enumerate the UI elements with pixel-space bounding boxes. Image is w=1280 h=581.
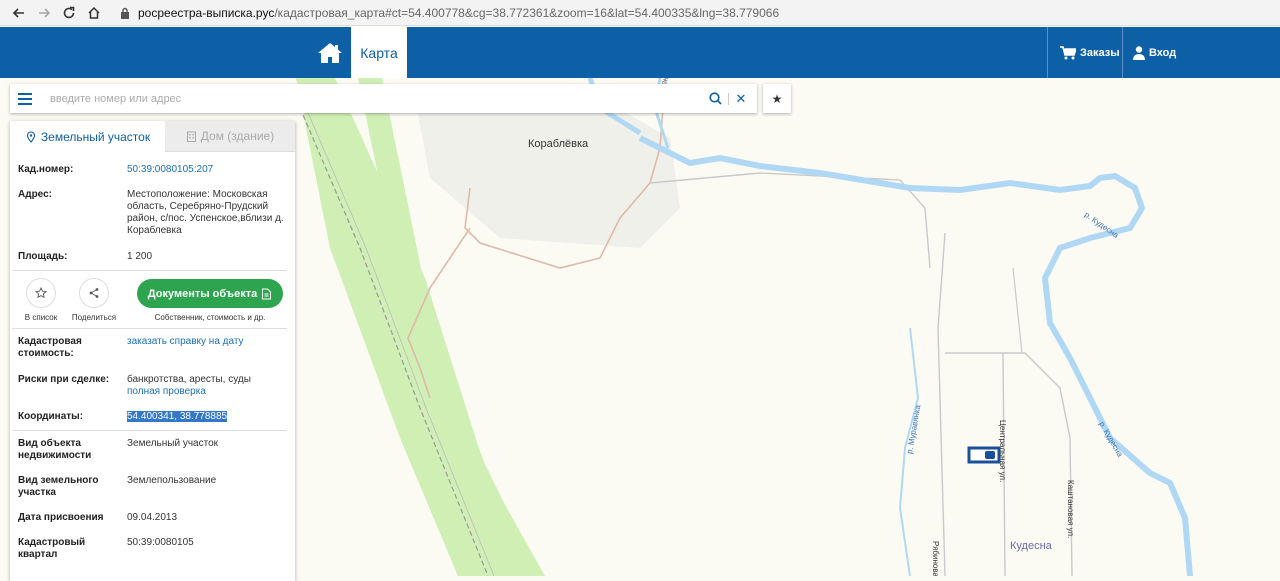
- share-icon: [89, 288, 99, 298]
- reload-button[interactable]: [58, 2, 80, 24]
- login-link[interactable]: Вход: [1133, 27, 1176, 78]
- orders-label: Заказы: [1080, 46, 1120, 59]
- street-label: Каштановая ул.: [1066, 480, 1075, 539]
- field-label: Вид земельного участка: [18, 475, 99, 498]
- star-outline-icon: [35, 287, 47, 299]
- cad-quarter-value: 50:39:0080105: [127, 537, 194, 548]
- cad-number-link[interactable]: 50:39:0080105:207: [127, 164, 287, 176]
- coordinates-text: 54.400341, 38.778885: [127, 411, 228, 422]
- add-to-list-label: В список: [24, 313, 58, 322]
- close-icon: ✕: [735, 90, 747, 106]
- field-label: Риски при сделке:: [18, 374, 110, 385]
- tab-building-label: Дом (здание): [200, 129, 275, 143]
- village-label: Кудесна: [1010, 540, 1052, 552]
- header-divider: [1047, 27, 1048, 78]
- field-label: Вид объекта недвижимости: [18, 438, 92, 461]
- land-type-value: Землепользование: [127, 475, 217, 486]
- arrow-left-icon: [12, 7, 24, 18]
- river: [638, 135, 1193, 576]
- url-path: /кадастровая_карта#ct=54.400778&cg=38.77…: [274, 5, 780, 20]
- reload-icon: [63, 6, 75, 18]
- road: [937, 232, 946, 576]
- documents-subtitle: Собственник, стоимость и др.: [154, 313, 266, 322]
- divider: [12, 328, 287, 329]
- back-button[interactable]: [8, 2, 30, 24]
- home-outline-icon: [88, 6, 100, 19]
- tab-land-plot-label: Земельный участок: [40, 129, 151, 144]
- field-label: Кад.номер:: [18, 164, 74, 175]
- tab-land-plot[interactable]: Земельный участок: [10, 121, 165, 152]
- document-icon: [262, 288, 272, 299]
- search-input[interactable]: [40, 85, 690, 112]
- orders-link[interactable]: Заказы: [1060, 27, 1120, 78]
- divider: [12, 270, 287, 271]
- tab-building[interactable]: Дом (здание): [165, 121, 295, 152]
- area-value: 1 200: [127, 251, 153, 262]
- panel-tabs: Земельный участок Дом (здание): [10, 121, 295, 152]
- share-button[interactable]: [79, 278, 109, 308]
- arrow-right-icon: [39, 7, 51, 18]
- village-area: [415, 98, 680, 248]
- clear-button[interactable]: ✕: [731, 84, 751, 113]
- map-pin-icon: [26, 130, 35, 143]
- street-label: Центральная ул.: [998, 420, 1007, 483]
- user-icon: [1133, 45, 1145, 60]
- road: [1012, 267, 1023, 354]
- risks-value: банкротства, аресты, суды полная проверк…: [127, 374, 287, 398]
- favorites-button[interactable]: ★: [763, 84, 791, 113]
- site-header: Карта Заказы Вход: [0, 27, 1280, 78]
- field-label: Координаты:: [18, 411, 84, 422]
- road: [945, 352, 1073, 576]
- street-label: Рябиновая ул.: [931, 541, 940, 576]
- village-label: Кораблёвка: [528, 138, 589, 150]
- field-label: Кадастровый квартал: [18, 537, 86, 560]
- lock-icon: [118, 5, 132, 21]
- documents-button[interactable]: Документы объекта: [137, 279, 283, 308]
- field-label: Площадь:: [18, 251, 68, 262]
- add-to-list-button[interactable]: [26, 278, 56, 308]
- parcel-marker: [985, 451, 995, 459]
- home-button[interactable]: [312, 27, 348, 78]
- login-label: Вход: [1149, 46, 1177, 59]
- coordinates-value[interactable]: 54.400341, 38.778885: [127, 411, 287, 423]
- documents-label: Документы объекта: [147, 287, 258, 300]
- building-icon: [186, 131, 196, 142]
- search-icon: [708, 92, 722, 105]
- home-icon: [318, 42, 342, 63]
- share-label: Поделиться: [71, 313, 117, 322]
- hamburger-icon: [18, 92, 32, 105]
- menu-button[interactable]: [10, 84, 40, 113]
- info-panel: Земельный участок Дом (здание) Кад.номер…: [10, 121, 295, 581]
- risks-text: банкротства, аресты, суды: [127, 374, 251, 385]
- cart-icon: [1060, 45, 1076, 59]
- full-check-link[interactable]: полная проверка: [127, 386, 287, 398]
- address-value: Местоположение: Московская область, Сере…: [127, 189, 284, 236]
- star-icon: ★: [771, 91, 783, 106]
- object-type-value: Земельный участок: [127, 438, 219, 449]
- field-label: Кадастровая стоимость:: [18, 336, 82, 359]
- address-bar[interactable]: росреестра-выписка.рус/кадастровая_карта…: [138, 6, 779, 20]
- browser-toolbar: росреестра-выписка.рус/кадастровая_карта…: [0, 0, 1280, 26]
- tab-map[interactable]: Карта: [351, 27, 407, 78]
- url-domain: росреестра-выписка.рус: [138, 5, 275, 20]
- forward-button[interactable]: [33, 2, 55, 24]
- search-bar: ✕: [10, 84, 757, 113]
- field-label: Дата присвоения: [18, 512, 104, 523]
- search-button[interactable]: [704, 84, 726, 113]
- home-browser-button[interactable]: [83, 2, 105, 24]
- header-divider: [1122, 27, 1123, 78]
- search-divider: [728, 93, 729, 105]
- divider: [12, 430, 287, 431]
- assign-date-value: 09.04.2013: [127, 512, 178, 523]
- order-certificate-link[interactable]: заказать справку на дату: [127, 336, 287, 348]
- field-label: Адрес:: [18, 189, 52, 200]
